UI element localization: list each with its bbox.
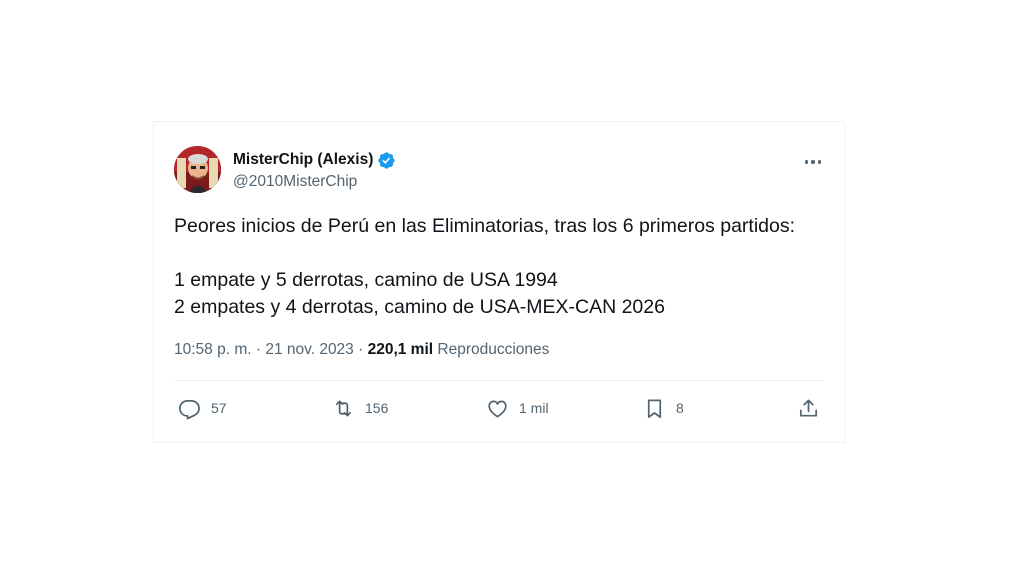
divider (174, 380, 824, 381)
author-handle[interactable]: @2010MisterChip (233, 173, 396, 191)
display-name-row: MisterChip (Alexis) (233, 150, 396, 170)
tweet-line: 2 empates y 4 derrotas, camino de USA-ME… (174, 296, 665, 318)
display-name[interactable]: MisterChip (Alexis) (233, 151, 373, 169)
tweet-line: 1 empate y 5 derrotas, camino de USA 199… (174, 269, 558, 291)
tweet-card[interactable]: MisterChip (Alexis) @2010MisterChip Peor… (153, 121, 845, 443)
share-icon (799, 398, 818, 417)
avatar[interactable] (174, 146, 221, 193)
tweet-line: Peores inicios de Perú en las Eliminator… (174, 215, 796, 237)
retweet-icon (335, 399, 352, 417)
tweet-line-break (174, 240, 824, 267)
verified-badge-icon (377, 151, 396, 170)
like-count: 1 mil (519, 400, 549, 416)
tweet-text: Peores inicios de Perú en las Eliminator… (174, 213, 824, 321)
timestamp[interactable]: 10:58 p. m. · 21 nov. 2023 · (174, 341, 368, 358)
bookmark-icon (647, 398, 662, 418)
retweet-count: 156 (365, 400, 389, 416)
reply-icon (179, 399, 200, 419)
reply-button[interactable]: 57 (178, 394, 227, 422)
author-block: MisterChip (Alexis) @2010MisterChip (233, 150, 396, 191)
views-count: 220,1 mil (367, 341, 434, 358)
share-button[interactable] (797, 394, 820, 422)
more-dot (804, 160, 809, 164)
bookmark-button[interactable]: 8 (643, 394, 684, 422)
more-dot (811, 160, 815, 164)
tweet-header: MisterChip (Alexis) @2010MisterChip (174, 146, 824, 196)
more-horizontal-icon[interactable] (802, 154, 824, 170)
views-label: Reproducciones (433, 341, 550, 358)
heart-icon (488, 400, 507, 418)
bookmark-count: 8 (676, 400, 684, 416)
retweet-button[interactable]: 156 (332, 394, 388, 422)
tweet-meta: 10:58 p. m. · 21 nov. 2023 · 220,1 mil R… (174, 341, 549, 359)
avatar-image (174, 146, 221, 193)
more-dot (817, 160, 822, 164)
like-button[interactable]: 1 mil (486, 394, 549, 422)
action-bar: 57 156 1 mil 8 (174, 394, 824, 422)
reply-count: 57 (211, 400, 227, 416)
